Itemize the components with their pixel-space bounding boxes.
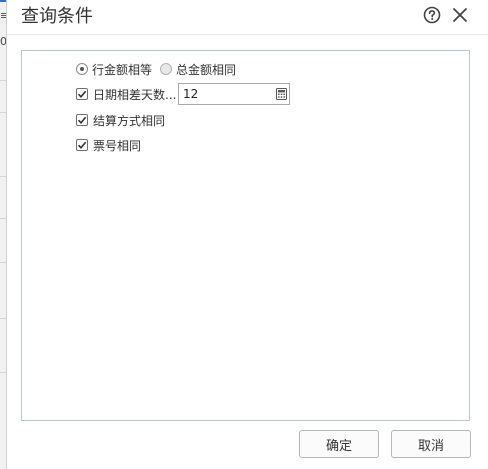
checkmark-icon <box>77 141 87 150</box>
match-mode-group: 行金额相等 总金额相同 <box>76 60 236 78</box>
ticket-no-row: 票号相同 <box>76 136 141 154</box>
date-diff-days-input[interactable] <box>178 83 290 105</box>
confirm-button[interactable]: 确定 <box>299 430 379 458</box>
settlement-row: 结算方式相同 <box>76 111 165 129</box>
radio-total-amount-same-label[interactable]: 总金额相同 <box>176 61 236 78</box>
radio-total-amount-same[interactable] <box>160 63 173 75</box>
settlement-checkbox[interactable] <box>76 114 88 126</box>
conditions-panel: 行金额相等 总金额相同 日期相差天数... 结算方式 <box>21 50 470 421</box>
radio-line-amount-equal-label[interactable]: 行金额相等 <box>92 61 152 78</box>
help-icon[interactable] <box>423 6 441 24</box>
close-icon[interactable] <box>451 6 469 24</box>
radio-line-amount-equal[interactable] <box>76 63 88 75</box>
calculator-icon[interactable] <box>276 88 287 100</box>
date-diff-row: 日期相差天数... <box>76 85 176 103</box>
date-diff-label: 日期相差天数... <box>93 87 177 102</box>
date-diff-checkbox[interactable] <box>76 88 88 100</box>
ticket-no-checkbox[interactable] <box>76 139 88 151</box>
checkmark-icon <box>77 90 87 99</box>
dialog-title: 查询条件 <box>21 6 93 27</box>
query-conditions-dialog: 查询条件 行金额相等 总金额相同 日期相差天数... 12 结算方式相同 票号相… <box>6 0 488 469</box>
cancel-button[interactable]: 取消 <box>391 430 471 458</box>
title-divider <box>7 34 488 35</box>
checkmark-icon <box>77 116 87 125</box>
settlement-label: 结算方式相同 <box>93 113 166 128</box>
ticket-no-label: 票号相同 <box>93 138 142 153</box>
